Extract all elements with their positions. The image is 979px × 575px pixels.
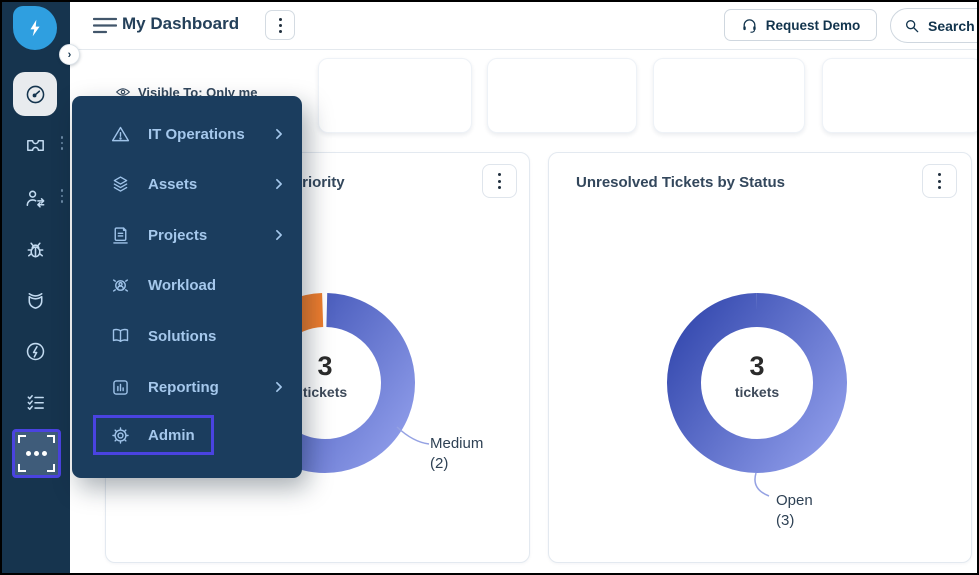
stat-card[interactable] xyxy=(822,58,979,133)
stat-card[interactable] xyxy=(318,58,472,133)
donut-center-status: 3 tickets xyxy=(687,352,827,400)
gear-icon xyxy=(110,425,131,446)
callout-leader-line xyxy=(395,423,435,453)
requesters-kebab-icon[interactable] xyxy=(59,189,65,203)
more-dots-icon xyxy=(34,451,39,456)
menu-item-it-operations[interactable]: IT Operations xyxy=(110,114,286,154)
selection-corner xyxy=(18,435,26,443)
chevron-right-icon xyxy=(272,127,286,141)
shield-waves-icon xyxy=(24,289,47,312)
card-kebab-button[interactable] xyxy=(922,164,957,198)
chevron-right-icon xyxy=(272,380,286,394)
more-dots-icon xyxy=(26,451,31,456)
workload-icon xyxy=(110,275,131,296)
app-logo[interactable] xyxy=(13,6,57,50)
sidebar-expand-button[interactable]: › xyxy=(59,44,80,65)
sidebar-item-dashboard[interactable] xyxy=(13,72,57,116)
search-input[interactable]: Search xyxy=(890,8,979,43)
card-title: Unresolved Tickets by Status xyxy=(576,174,785,191)
menu-item-admin[interactable]: Admin xyxy=(93,415,214,455)
ticket-icon xyxy=(24,134,47,157)
app-window: › My Dashboard Request Demo Search Visib… xyxy=(0,0,979,575)
tickets-kebab-icon[interactable] xyxy=(59,136,65,150)
chevron-right-icon xyxy=(272,177,286,191)
sidebar-item-more[interactable] xyxy=(12,429,61,478)
callout-medium: Medium (2) xyxy=(430,434,483,474)
dashboard-menu-icon[interactable] xyxy=(93,15,117,37)
selection-corner xyxy=(47,464,55,472)
stat-card[interactable] xyxy=(653,58,805,133)
stat-card[interactable] xyxy=(487,58,637,133)
bar-chart-icon xyxy=(110,377,131,398)
headset-icon xyxy=(741,17,758,34)
chevron-right-icon xyxy=(272,228,286,242)
layers-icon xyxy=(110,174,131,195)
sidebar-item-problems[interactable] xyxy=(13,227,57,271)
bug-icon xyxy=(24,238,47,261)
lightning-circle-icon xyxy=(24,340,47,363)
sidebar-item-automation[interactable] xyxy=(13,329,57,373)
checklist-icon xyxy=(24,391,47,414)
search-icon xyxy=(904,18,920,34)
selection-corner xyxy=(47,435,55,443)
dashboard-gauge-icon xyxy=(24,83,47,106)
request-demo-label: Request Demo xyxy=(766,18,861,33)
sidebar-item-tickets[interactable] xyxy=(13,123,57,167)
user-sync-icon xyxy=(24,187,47,210)
menu-item-reporting[interactable]: Reporting xyxy=(110,367,286,407)
book-icon xyxy=(110,326,131,347)
ticket-count-label: tickets xyxy=(687,384,827,400)
document-icon xyxy=(110,225,131,246)
more-dots-icon xyxy=(42,451,47,456)
menu-item-projects[interactable]: Projects xyxy=(110,215,286,255)
menu-item-workload[interactable]: Workload xyxy=(110,265,286,305)
callout-open: Open (3) xyxy=(776,491,813,531)
warning-triangle-icon xyxy=(110,124,131,145)
search-label: Search xyxy=(928,18,975,34)
menu-item-solutions[interactable]: Solutions xyxy=(110,316,286,356)
selection-corner xyxy=(18,464,26,472)
more-flyout-menu: IT Operations Assets Projects xyxy=(72,96,302,478)
sidebar-item-tasks[interactable] xyxy=(13,380,57,424)
lightning-logo-icon xyxy=(24,17,46,39)
card-kebab-button[interactable] xyxy=(482,164,517,198)
menu-item-assets[interactable]: Assets xyxy=(110,164,286,204)
ticket-count: 3 xyxy=(687,352,827,382)
dashboard-kebab-button[interactable] xyxy=(265,10,295,40)
sidebar-item-requesters[interactable] xyxy=(13,176,57,220)
page-title: My Dashboard xyxy=(122,14,239,34)
sidebar-item-changes[interactable] xyxy=(13,278,57,322)
request-demo-button[interactable]: Request Demo xyxy=(724,9,877,41)
sidebar xyxy=(0,0,70,575)
